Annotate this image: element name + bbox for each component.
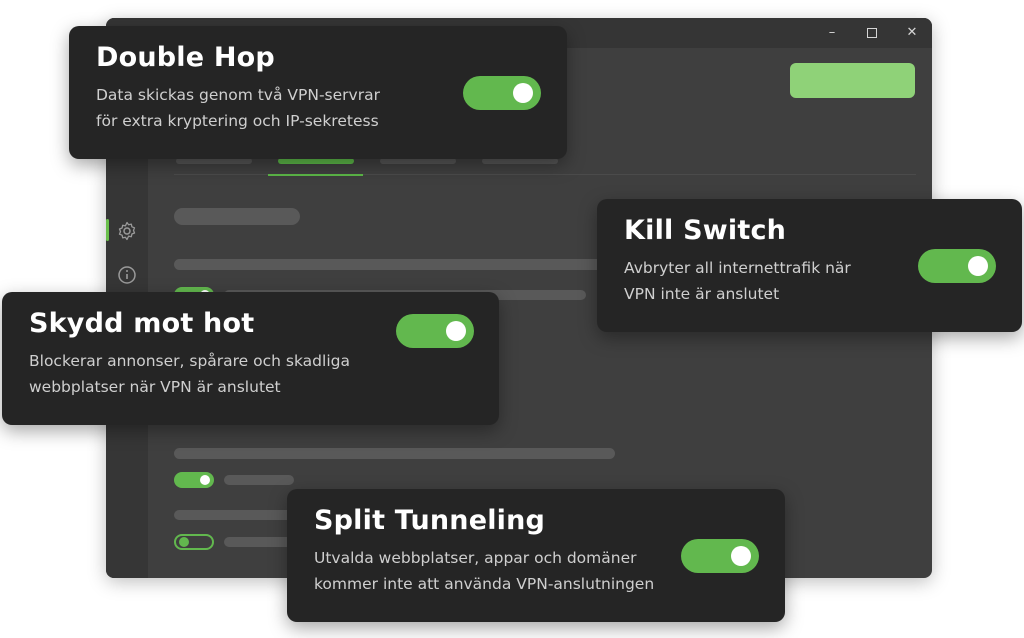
maximize-button[interactable] [860,23,884,43]
threat-protection-description: Blockerar annonser, spårare och skadliga… [29,348,449,400]
double-hop-description-line: för extra kryptering och IP-sekretess [96,112,379,130]
kill-switch-title: Kill Switch [624,215,787,246]
section-heading-placeholder [174,208,300,225]
split-tunneling-description-line: kommer inte att använda VPN-anslutningen [314,575,655,593]
close-icon: ✕ [906,25,918,40]
double-hop-toggle[interactable] [463,76,541,110]
threat-protection-description-line: webbplatser när VPN är anslutet [29,378,281,396]
mini-toggle[interactable] [174,472,214,488]
kill-switch-toggle[interactable] [918,249,996,283]
toggle-knob [968,256,988,276]
split-tunneling-toggle[interactable] [681,539,759,573]
double-hop-description: Data skickas genom två VPN-servrar för e… [96,82,456,134]
minimize-icon: – [828,25,836,40]
text-placeholder [174,510,294,520]
settings-icon[interactable] [115,219,139,243]
threat-protection-toggle[interactable] [396,314,474,348]
split-tunneling-description: Utvalda webbplatser, appar och domäner k… [314,545,694,597]
kill-switch-description-line: VPN inte är anslutet [624,285,780,303]
split-tunneling-title: Split Tunneling [314,505,546,536]
maximize-icon [867,27,877,38]
split-tunneling-description-line: Utvalda webbplatser, appar och domäner [314,549,637,567]
double-hop-description-line: Data skickas genom två VPN-servrar [96,86,380,104]
sidebar-active-indicator [106,219,109,241]
text-placeholder [174,448,615,459]
kill-switch-card: Kill Switch Avbryter all internettrafik … [597,199,1022,332]
toggle-knob [446,321,466,341]
minimize-button[interactable]: – [820,23,844,43]
threat-protection-title: Skydd mot hot [29,308,255,339]
text-placeholder [224,537,294,547]
threat-protection-description-line: Blockerar annonser, spårare och skadliga [29,352,350,370]
threat-protection-card: Skydd mot hot Blockerar annonser, spårar… [2,292,499,425]
active-tab-underline [268,174,363,176]
split-tunneling-card: Split Tunneling Utvalda webbplatser, app… [287,489,785,622]
info-icon[interactable] [115,263,139,287]
connect-button[interactable] [790,63,915,98]
toggle-knob [731,546,751,566]
double-hop-card: Double Hop Data skickas genom två VPN-se… [69,26,567,159]
text-placeholder [174,259,604,270]
close-button[interactable]: ✕ [900,23,924,43]
mini-toggle[interactable] [174,534,214,550]
text-placeholder [224,475,294,485]
double-hop-title: Double Hop [96,42,275,73]
toggle-knob [513,83,533,103]
